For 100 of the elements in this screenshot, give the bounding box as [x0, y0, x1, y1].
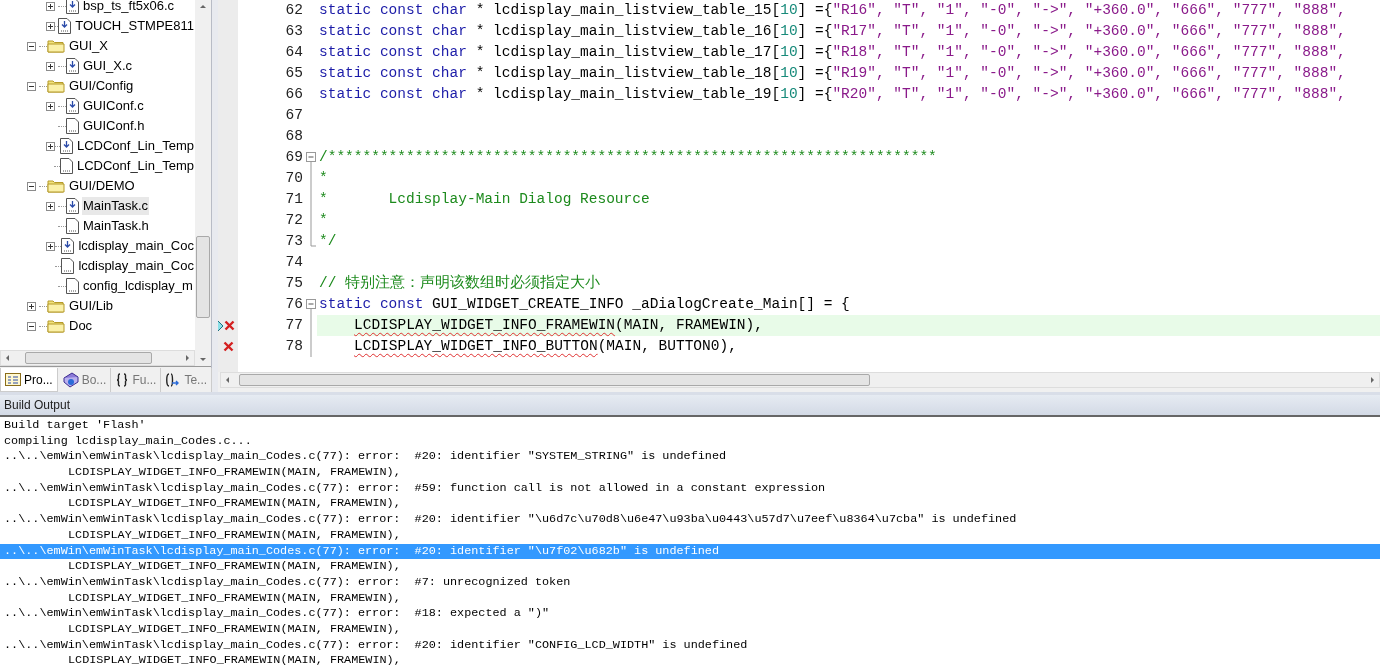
- panel-tab[interactable]: Pro...: [0, 368, 58, 392]
- horizontal-scrollbar[interactable]: [0, 350, 195, 366]
- panel-tab[interactable]: Bo...: [57, 368, 112, 392]
- output-line[interactable]: ..\..\emWin\emWinTask\lcdisplay_main_Codes.c(77): error: #59: function call is not allowed in a constant expression: [0, 480, 1380, 497]
- code-line: /**********************************************************************: [319, 147, 937, 167]
- panel-tab[interactable]: Fu...: [111, 368, 162, 392]
- code-line: LCDISPLAY_WIDGET_INFO_BUTTON(MAIN, BUTTON0),: [354, 336, 737, 356]
- code-line: static const char * lcdisplay_main_listview_table_15[10] ={"R16", "T", "1", "-0", "->", "+360.0", "666", "777", "888",: [319, 0, 1346, 20]
- tree-item[interactable]: Doc: [68, 317, 94, 335]
- line-number: 74: [285, 252, 303, 272]
- plus-box-icon[interactable]: [27, 301, 36, 311]
- output-line[interactable]: LCDISPLAY_WIDGET_INFO_FRAMEWIN(MAIN, FRAMEWIN),: [0, 465, 1380, 481]
- output-line[interactable]: LCDISPLAY_WIDGET_INFO_FRAMEWIN(MAIN, FRAMEWIN),: [0, 559, 1380, 575]
- plus-box-icon[interactable]: [46, 201, 55, 211]
- tree-item[interactable]: GUI_X: [68, 37, 109, 55]
- tree-item[interactable]: config_lcdisplay_m: [82, 277, 194, 295]
- output-line[interactable]: ..\..\emWin\emWinTask\lcdisplay_main_Codes.c(77): error: #20: identifier "CONFIG_LCD_WIDTH" is undefined: [0, 637, 1380, 654]
- output-line[interactable]: ..\..\emWin\emWinTask\lcdisplay_main_Codes.c(77): error: #20: identifier "\u6d7c\u70d8\u6e47\u93ba\u0443\u57d7\u7eef\u8364\u7cba" is undefined: [0, 512, 1380, 528]
- panel-title: Build Output: [0, 395, 1380, 415]
- error-cross-icon: [222, 341, 234, 352]
- source-file-icon: [58, 18, 72, 34]
- folder-icon: [47, 179, 65, 193]
- source-file-icon: [66, 198, 79, 214]
- minus-box-icon[interactable]: [27, 181, 36, 191]
- line-number: 77: [285, 315, 303, 335]
- file-icon: [66, 278, 79, 294]
- list-window-icon: [5, 373, 21, 386]
- code-line: static const char * lcdisplay_main_listview_table_19[10] ={"R20", "T", "1", "-0", "->", "+360.0", "666", "777", "888",: [319, 84, 1346, 104]
- vertical-scrollbar[interactable]: [195, 0, 211, 366]
- line-number: 65: [285, 63, 303, 83]
- folder-icon: [47, 299, 65, 313]
- code-line: static const char * lcdisplay_main_listview_table_17[10] ={"R18", "T", "1", "-0", "->", "+360.0", "666", "777", "888",: [319, 42, 1346, 62]
- tree-item[interactable]: GUI_X.c: [82, 57, 134, 75]
- tree-item[interactable]: bsp_ts_ft5x06.c: [82, 0, 176, 15]
- scroll-thumb[interactable]: [196, 236, 210, 318]
- file-icon: [66, 118, 79, 134]
- line-number: 64: [285, 42, 303, 62]
- tree-item[interactable]: MainTask.c: [82, 197, 150, 215]
- source-file-icon: [66, 58, 79, 74]
- line-number: 71: [285, 189, 303, 209]
- line-number: 66: [285, 84, 303, 104]
- source-file-icon: [61, 238, 75, 254]
- plus-box-icon[interactable]: [46, 141, 55, 151]
- code-line: static const char * lcdisplay_main_listview_table_18[10] ={"R19", "T", "1", "-0", "->", "+360.0", "666", "777", "888",: [319, 63, 1346, 83]
- tree-item[interactable]: MainTask.h: [82, 217, 150, 235]
- line-number: 75: [285, 273, 303, 293]
- tree-item[interactable]: LCDConf_Lin_Temp: [75, 157, 195, 175]
- code-line: * Lcdisplay-Main Dialog Resource: [319, 189, 650, 209]
- file-icon: [59, 158, 73, 174]
- line-number: 76: [285, 294, 303, 314]
- tree-item[interactable]: GUI/Lib: [68, 297, 115, 315]
- code-line: static const char * lcdisplay_main_listview_table_16[10] ={"R17", "T", "1", "-0", "->", "+360.0", "666", "777", "888",: [319, 21, 1346, 41]
- tree-item[interactable]: GUI/Config: [68, 77, 135, 95]
- folder-icon: [47, 79, 65, 93]
- plus-box-icon[interactable]: [46, 241, 55, 251]
- folder-icon: [47, 39, 65, 53]
- line-number: 62: [285, 0, 303, 20]
- tree-item[interactable]: LCDConf_Lin_Temp: [75, 137, 195, 155]
- scroll-thumb[interactable]: [25, 352, 152, 364]
- tree-item[interactable]: GUI/DEMO: [68, 177, 136, 195]
- output-line[interactable]: LCDISPLAY_WIDGET_INFO_FRAMEWIN(MAIN, FRAMEWIN),: [0, 621, 1380, 638]
- minus-box-icon[interactable]: [27, 321, 36, 331]
- line-number: 69: [285, 147, 303, 167]
- tree-item[interactable]: lcdisplay_main_Coc: [77, 257, 195, 275]
- tree-item[interactable]: GUIConf.c: [82, 97, 145, 115]
- output-line[interactable]: ..\..\emWin\emWinTask\lcdisplay_main_Codes.c(77): error: #7: unrecognized token: [0, 574, 1380, 591]
- output-line[interactable]: compiling lcdisplay_main_Codes.c...: [0, 433, 1380, 450]
- tree-item[interactable]: GUIConf.h: [82, 117, 146, 135]
- horizontal-scrollbar[interactable]: [220, 372, 1380, 388]
- minus-box-icon[interactable]: [27, 41, 36, 51]
- output-line[interactable]: LCDISPLAY_WIDGET_INFO_FRAMEWIN(MAIN, FRAMEWIN),: [0, 527, 1380, 544]
- output-line[interactable]: ..\..\emWin\emWinTask\lcdisplay_main_Codes.c(77): error: #18: expected a ")": [0, 606, 1380, 622]
- code-line: LCDISPLAY_WIDGET_INFO_FRAMEWIN(MAIN, FRAMEWIN),: [354, 315, 763, 335]
- line-number: 63: [285, 21, 303, 41]
- output-line[interactable]: LCDISPLAY_WIDGET_INFO_FRAMEWIN(MAIN, FRAMEWIN),: [0, 653, 1380, 669]
- minus-box-icon[interactable]: [27, 81, 36, 91]
- plus-box-icon[interactable]: [46, 61, 55, 71]
- output-line[interactable]: ..\..\emWin\emWinTask\lcdisplay_main_Codes.c(77): error: #20: identifier "SYSTEM_STRING" is undefined: [0, 449, 1380, 466]
- code-line: *: [319, 210, 328, 230]
- folder-icon: [47, 319, 65, 333]
- output-line[interactable]: Build target 'Flash': [0, 418, 1380, 434]
- output-line[interactable]: LCDISPLAY_WIDGET_INFO_FRAMEWIN(MAIN, FRAMEWIN),: [0, 590, 1380, 607]
- line-number: 73: [285, 231, 303, 251]
- tree-item[interactable]: lcdisplay_main_Coc: [77, 237, 195, 255]
- line-number: 72: [285, 210, 303, 230]
- line-number: 68: [285, 126, 303, 146]
- source-file-icon: [59, 138, 73, 154]
- output-line[interactable]: LCDISPLAY_WIDGET_INFO_FRAMEWIN(MAIN, FRAMEWIN),: [0, 496, 1380, 513]
- source-file-icon: [66, 98, 79, 114]
- plus-box-icon[interactable]: [46, 1, 55, 11]
- plus-box-icon[interactable]: [46, 101, 55, 111]
- tree-item[interactable]: TOUCH_STMPE811: [74, 17, 195, 35]
- current-line-arrow-icon: [218, 318, 224, 333]
- scroll-thumb[interactable]: [239, 374, 870, 386]
- code-line: // 特别注意：声明该数组时必须指定大小: [319, 273, 601, 293]
- line-number: 70: [285, 168, 303, 188]
- code-line: static const GUI_WIDGET_CREATE_INFO _aDialogCreate_Main[] = {: [319, 294, 850, 314]
- line-number: 67: [285, 105, 303, 125]
- error-cross-icon: [223, 320, 235, 331]
- plus-box-icon[interactable]: [46, 21, 55, 31]
